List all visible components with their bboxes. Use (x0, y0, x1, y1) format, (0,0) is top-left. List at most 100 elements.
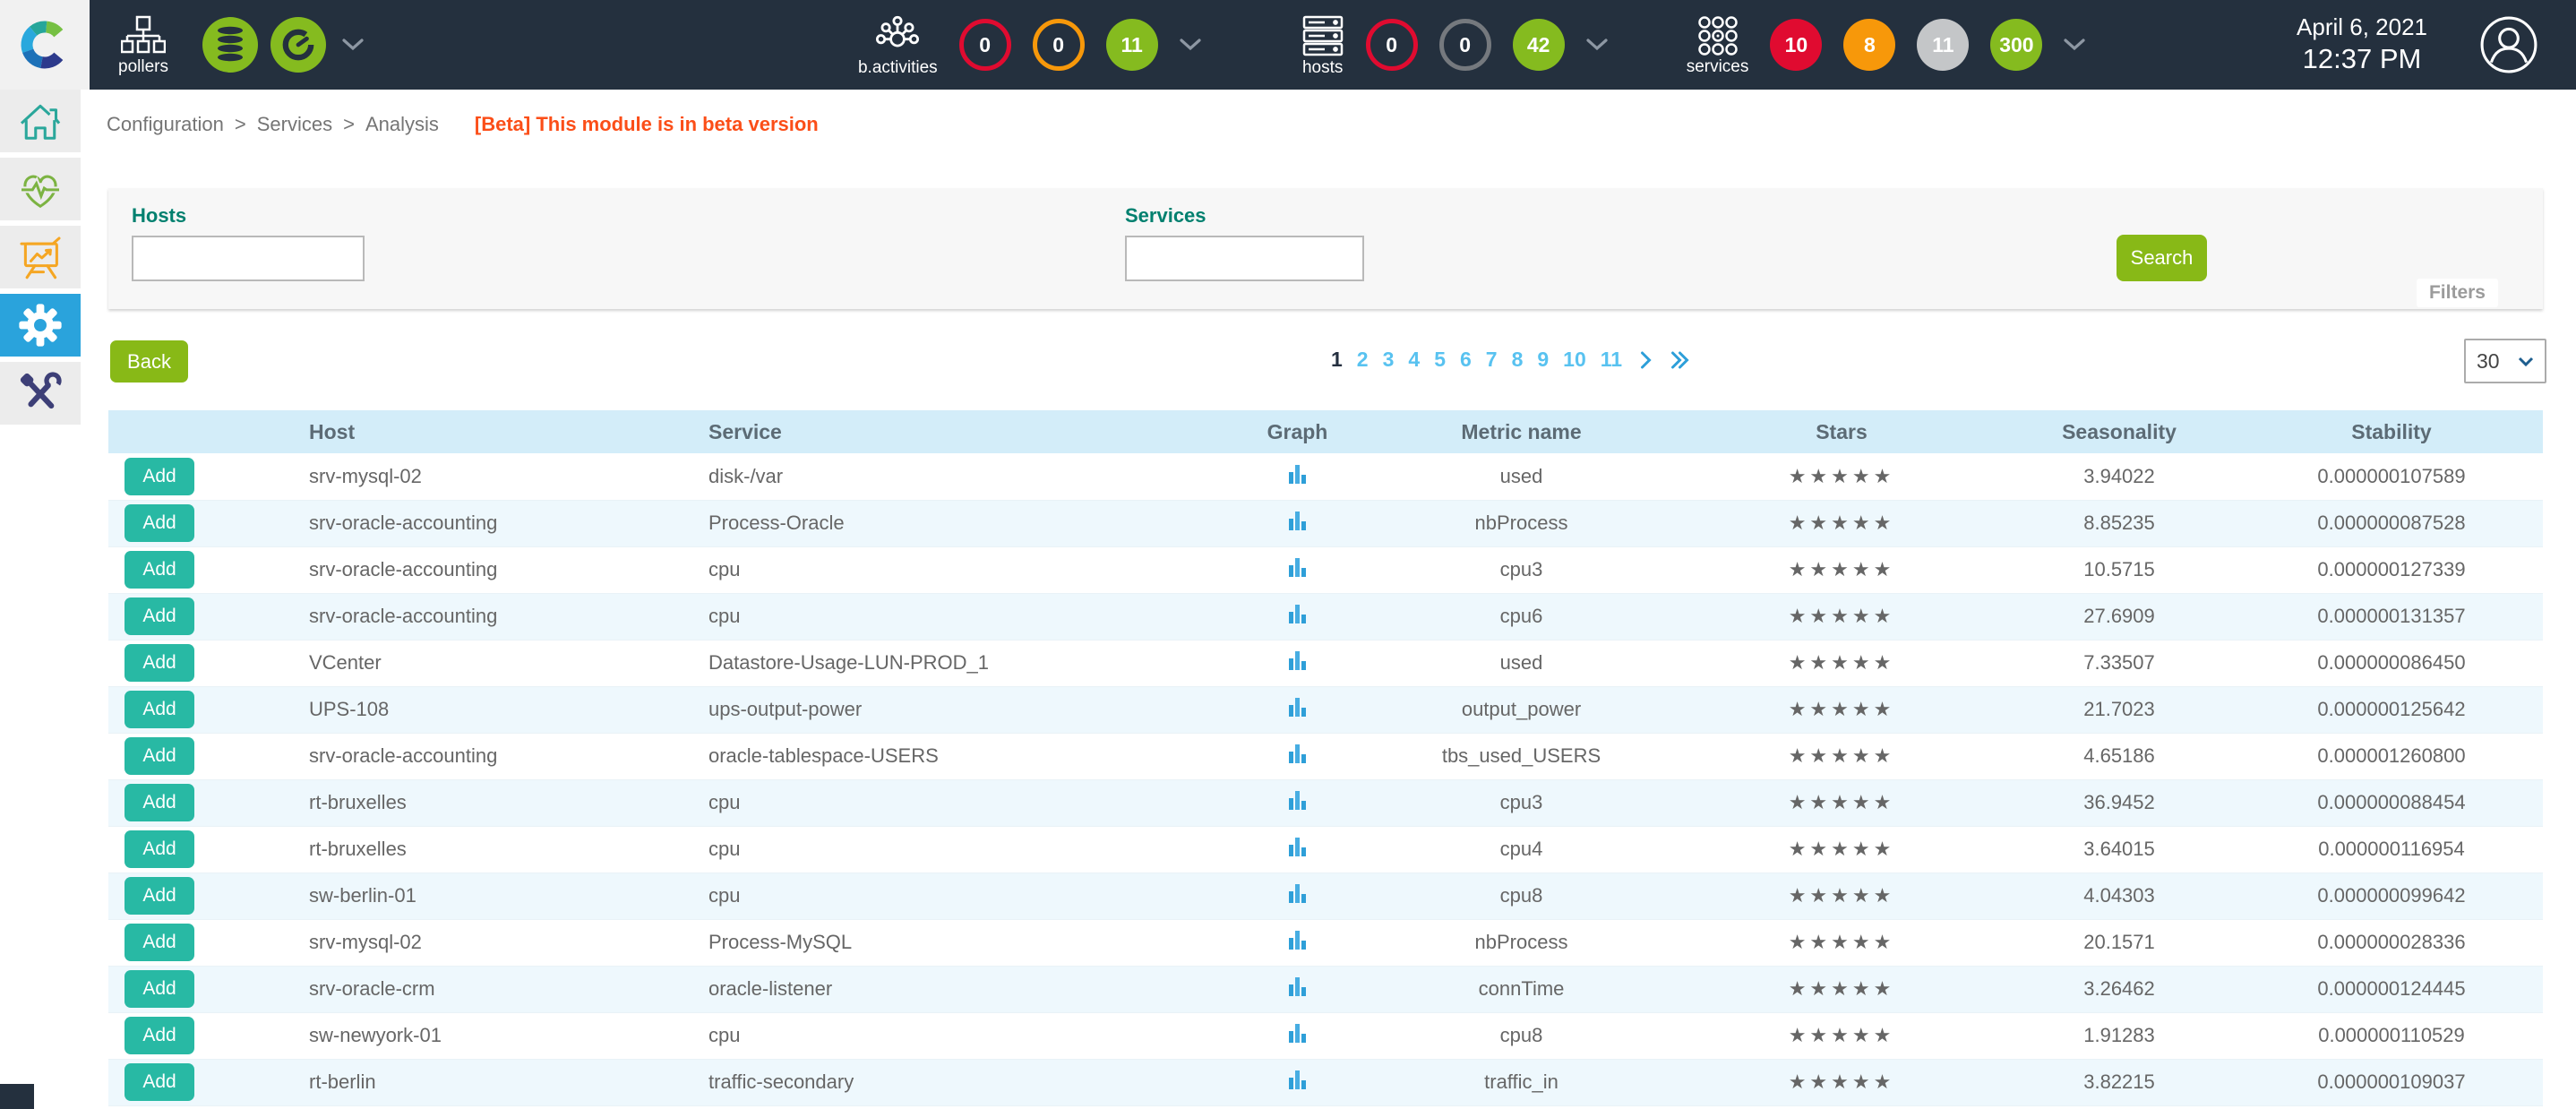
status-badge[interactable]: 0 (1033, 19, 1085, 71)
services-status-group: services 10 8 11 300 (1687, 15, 2086, 75)
add-button[interactable]: Add (125, 924, 194, 961)
sidebar-item-configuration[interactable] (0, 294, 81, 357)
status-badge[interactable]: 42 (1513, 19, 1565, 71)
status-badge[interactable]: 11 (1917, 19, 1969, 71)
status-badge[interactable]: 10 (1770, 19, 1822, 71)
add-button[interactable]: Add (125, 597, 194, 635)
stability-cell: 0.000000116954 (2240, 826, 2543, 873)
page-link-3[interactable]: 3 (1383, 348, 1395, 372)
add-button[interactable]: Add (125, 691, 194, 728)
pollers-status[interactable]: pollers (118, 15, 168, 75)
graph-icon[interactable] (1288, 976, 1308, 997)
graph-icon[interactable] (1288, 929, 1308, 950)
page-link-8[interactable]: 8 (1512, 348, 1524, 372)
metric-cell: cpu8 (1358, 873, 1685, 919)
status-badge[interactable]: 11 (1106, 19, 1158, 71)
chevron-down-icon (1586, 39, 1608, 51)
status-badge[interactable]: 0 (959, 19, 1011, 71)
graph-icon[interactable] (1288, 1069, 1308, 1090)
graph-icon[interactable] (1288, 696, 1308, 718)
next-page-button[interactable] (1640, 351, 1653, 369)
services-status[interactable]: services (1687, 15, 1749, 75)
stability-cell: 0.000000086450 (2240, 640, 2543, 686)
metric-cell: nbProcess (1358, 919, 1685, 966)
page-link-1[interactable]: 1 (1331, 348, 1343, 372)
status-badge[interactable]: 8 (1843, 19, 1895, 71)
services-filter-input[interactable] (1125, 236, 1364, 281)
add-button[interactable]: Add (125, 458, 194, 495)
graph-icon[interactable] (1288, 743, 1308, 764)
rows-per-page-select[interactable]: 30 (2464, 339, 2546, 383)
hosts-menu-chevron[interactable] (1586, 39, 1608, 51)
metric-cell: used (1358, 640, 1685, 686)
ba-status[interactable]: b.activities (858, 14, 938, 76)
page-link-7[interactable]: 7 (1486, 348, 1498, 372)
add-button[interactable]: Add (125, 504, 194, 542)
poller-menu-chevron[interactable] (342, 39, 364, 51)
seasonality-cell: 3.26462 (1998, 966, 2240, 1012)
graph-icon[interactable] (1288, 649, 1308, 671)
breadcrumb-configuration[interactable]: Configuration (107, 113, 224, 136)
table-row: Addsw-newyork-01cpucpu8★★★★★1.912830.000… (108, 1012, 2543, 1059)
stars-rating: ★★★★★ (1685, 779, 1998, 826)
add-button[interactable]: Add (125, 1017, 194, 1054)
host-cell: UPS-108 (296, 686, 700, 733)
graph-icon[interactable] (1288, 836, 1308, 857)
add-button[interactable]: Add (125, 970, 194, 1008)
add-button[interactable]: Add (125, 877, 194, 915)
graph-icon[interactable] (1288, 789, 1308, 811)
stability-cell: 0.000000087528 (2240, 500, 2543, 546)
breadcrumb-services[interactable]: Services (257, 113, 332, 136)
status-badge[interactable]: 0 (1439, 19, 1491, 71)
database-status-button[interactable] (202, 17, 258, 73)
breadcrumb: Configuration > Services > Analysis [Bet… (107, 113, 819, 136)
sidebar-item-administration[interactable] (0, 362, 81, 425)
graph-icon[interactable] (1288, 1022, 1308, 1044)
stars-rating: ★★★★★ (1685, 453, 1998, 500)
add-button[interactable]: Add (125, 551, 194, 589)
services-label: services (1687, 58, 1749, 75)
page-link-2[interactable]: 2 (1357, 348, 1369, 372)
sidebar-item-monitoring[interactable] (0, 158, 81, 220)
ba-menu-chevron[interactable] (1180, 39, 1201, 51)
filters-toggle[interactable]: Filters (2417, 279, 2498, 307)
sidebar-item-home[interactable] (0, 90, 81, 152)
page-link-9[interactable]: 9 (1537, 348, 1549, 372)
graph-icon[interactable] (1288, 556, 1308, 578)
graph-icon[interactable] (1288, 603, 1308, 624)
add-button[interactable]: Add (125, 1063, 194, 1101)
add-button[interactable]: Add (125, 644, 194, 682)
host-cell: rt-berlin (296, 1059, 700, 1105)
page-link-10[interactable]: 10 (1563, 348, 1586, 372)
centreon-logo[interactable] (0, 0, 90, 90)
graph-column-header: Graph (1237, 410, 1358, 453)
graph-icon[interactable] (1288, 463, 1308, 485)
status-badge[interactable]: 300 (1990, 19, 2042, 71)
add-button[interactable]: Add (125, 737, 194, 775)
search-button[interactable]: Search (2117, 235, 2207, 281)
hosts-status[interactable]: hosts (1301, 14, 1344, 76)
bar-chart-icon (1288, 649, 1308, 671)
bar-chart-icon (1288, 1022, 1308, 1044)
user-menu-button[interactable] (2479, 15, 2538, 74)
back-button[interactable]: Back (110, 340, 188, 383)
service-cell: Datastore-Usage-LUN-PROD_1 (700, 640, 1237, 686)
latency-gauge-button[interactable] (270, 17, 326, 73)
graph-icon[interactable] (1288, 882, 1308, 904)
last-page-button[interactable] (1670, 351, 1690, 369)
add-button[interactable]: Add (125, 830, 194, 868)
services-menu-chevron[interactable] (2064, 39, 2085, 51)
add-button[interactable]: Add (125, 784, 194, 821)
breadcrumb-analysis[interactable]: Analysis (365, 113, 439, 136)
metric-cell: traffic_in (1358, 1059, 1685, 1105)
page-link-6[interactable]: 6 (1460, 348, 1472, 372)
service-cell: Process-Oracle (700, 500, 1237, 546)
page-link-5[interactable]: 5 (1434, 348, 1446, 372)
page-link-4[interactable]: 4 (1408, 348, 1420, 372)
graph-icon[interactable] (1288, 510, 1308, 531)
sidebar-item-reporting[interactable] (0, 226, 81, 288)
hosts-filter-input[interactable] (132, 236, 365, 281)
chevron-down-icon (342, 39, 364, 51)
page-link-11[interactable]: 11 (1601, 348, 1622, 372)
status-badge[interactable]: 0 (1366, 19, 1418, 71)
